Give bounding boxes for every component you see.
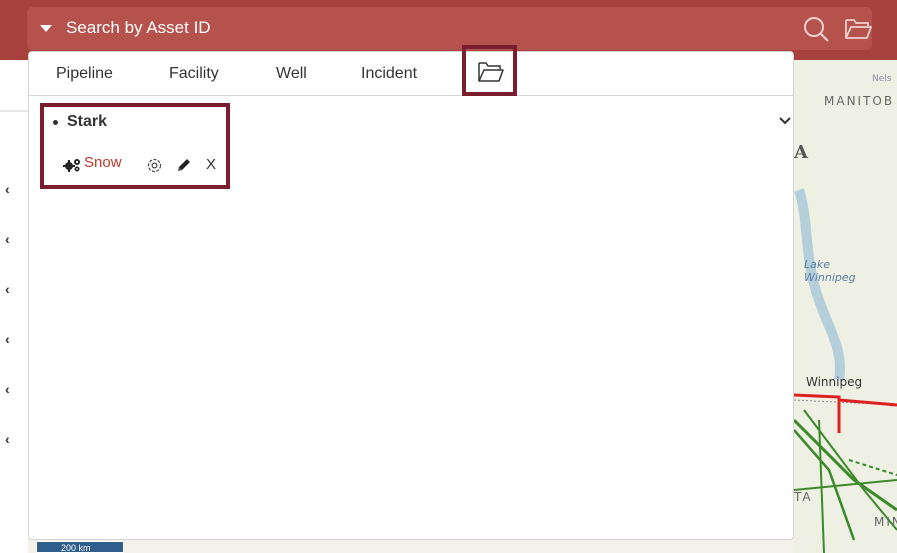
results-panel: Pipeline Facility Well Incident Stark Sn…	[28, 45, 794, 540]
tab-well[interactable]: Well	[276, 65, 307, 83]
scale-bar: 200 km	[36, 541, 124, 553]
map-label: Lake Winnipeg	[804, 258, 856, 284]
search-label[interactable]: Search by Asset ID	[66, 18, 211, 38]
chevron-left-icon[interactable]: ‹	[5, 432, 17, 446]
chevron-left-icon[interactable]: ‹	[5, 282, 17, 296]
left-collapse-strip: ‹ ‹ ‹ ‹ ‹ ‹	[0, 60, 28, 553]
tab-saved[interactable]	[462, 45, 517, 96]
pencil-icon[interactable]	[175, 157, 192, 174]
folder-open-icon[interactable]	[844, 16, 872, 42]
gears-icon	[63, 159, 80, 172]
tab-incident[interactable]: Incident	[361, 65, 417, 83]
map-label: Winnipeg	[806, 375, 863, 389]
tab-bar: Pipeline Facility Well Incident	[29, 45, 793, 96]
saved-item-name: Stark	[67, 113, 108, 130]
divider	[0, 110, 28, 112]
bullet	[53, 120, 58, 125]
caret-down-icon[interactable]	[40, 25, 52, 32]
map-view[interactable]: Nels MANITOB A Lake Winnipeg Winnipeg TA…	[794, 60, 897, 553]
scale-label: 200 km	[61, 543, 91, 553]
search-icon[interactable]	[802, 15, 830, 43]
settings-icon[interactable]	[146, 157, 163, 174]
chevron-left-icon[interactable]: ‹	[5, 332, 17, 346]
tab-facility[interactable]: Facility	[169, 65, 219, 83]
tab-pipeline[interactable]: Pipeline	[56, 65, 113, 83]
map-label: TA	[794, 490, 813, 504]
chevron-left-icon[interactable]: ‹	[5, 232, 17, 246]
search-bar[interactable]: Search by Asset ID	[27, 7, 872, 50]
folder-open-icon[interactable]	[478, 61, 504, 83]
map-label: MANITOB	[824, 94, 895, 108]
chevron-down-icon[interactable]	[778, 116, 792, 126]
saved-item: Stark Snow X	[40, 103, 230, 189]
map-label: MIN	[874, 515, 897, 529]
map-label: Nels	[872, 74, 892, 84]
chevron-left-icon[interactable]: ‹	[5, 182, 17, 196]
chevron-left-icon[interactable]: ‹	[5, 382, 17, 396]
map-label: A	[794, 142, 808, 163]
close-button[interactable]: X	[206, 156, 216, 173]
layer-link[interactable]: Snow	[84, 154, 122, 171]
